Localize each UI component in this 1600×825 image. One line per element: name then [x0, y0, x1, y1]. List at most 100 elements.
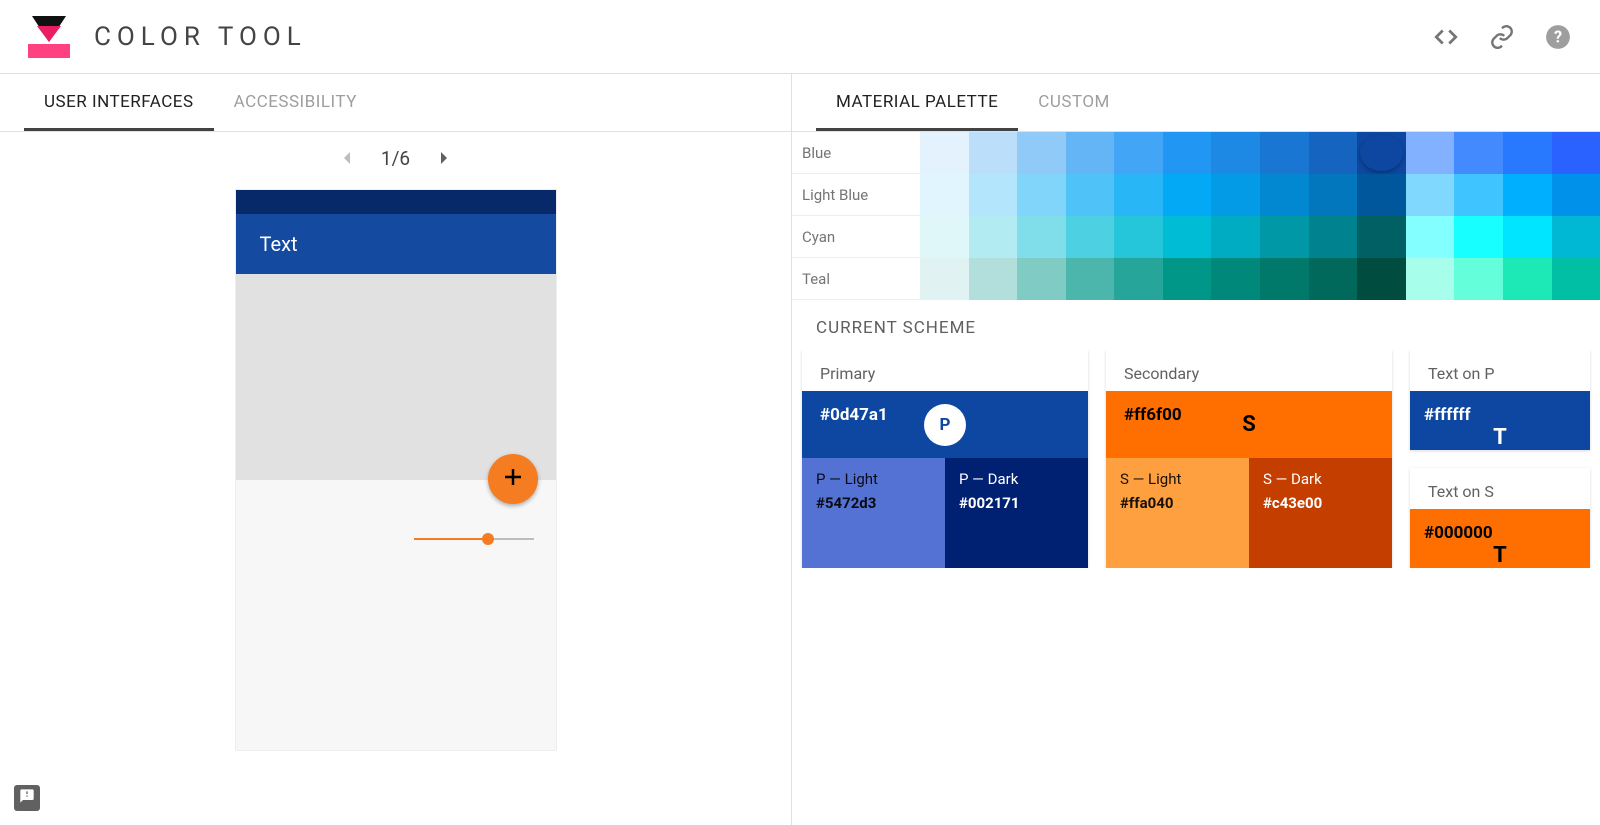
palette-swatch[interactable]	[1357, 258, 1406, 300]
right-tabs: MATERIAL PALETTE CUSTOM	[792, 74, 1600, 132]
palette-swatch[interactable]	[1406, 174, 1455, 216]
palette-swatch[interactable]	[969, 216, 1018, 258]
link-icon[interactable]	[1488, 23, 1516, 51]
palette-swatch[interactable]	[1066, 174, 1115, 216]
palette-swatch[interactable]	[1017, 216, 1066, 258]
palette-swatch[interactable]	[1503, 174, 1552, 216]
palette-swatch[interactable]	[920, 258, 969, 300]
palette-swatch[interactable]	[1503, 132, 1552, 174]
palette-swatch[interactable]	[1260, 174, 1309, 216]
preview-pager: 1/6	[0, 132, 791, 190]
app-logo	[28, 16, 70, 58]
palette-row-label: Teal	[792, 258, 920, 300]
primary-dark-swatch[interactable]: P — Dark #002171	[945, 458, 1088, 568]
scheme-card-text-on-s[interactable]: Text on S #000000 T	[1410, 468, 1590, 568]
pager-next-icon[interactable]	[432, 146, 456, 170]
palette-swatch[interactable]	[1357, 216, 1406, 258]
palette-swatch[interactable]	[1260, 258, 1309, 300]
palette-swatch[interactable]	[1211, 216, 1260, 258]
palette-swatch[interactable]	[1454, 174, 1503, 216]
palette-swatch[interactable]	[1309, 174, 1358, 216]
palette-swatch[interactable]	[1357, 132, 1406, 174]
right-panel: MATERIAL PALETTE CUSTOM BlueLight BlueCy…	[791, 74, 1600, 825]
palette-swatch[interactable]	[1114, 132, 1163, 174]
palette-row-label: Light Blue	[792, 174, 920, 216]
secondary-light-swatch[interactable]: S — Light #ffa040	[1106, 458, 1249, 568]
palette-swatch[interactable]	[1309, 258, 1358, 300]
app-header: COLOR TOOL ?	[0, 0, 1600, 74]
palette-swatch[interactable]	[1552, 258, 1600, 300]
palette-swatch[interactable]	[1552, 132, 1600, 174]
text-on-s-letter: T	[1410, 543, 1590, 568]
primary-light-swatch[interactable]: P — Light #5472d3	[802, 458, 945, 568]
palette-swatch[interactable]	[1163, 174, 1212, 216]
primary-hex: #0d47a1	[820, 405, 888, 425]
palette-swatch[interactable]	[1309, 216, 1358, 258]
code-icon[interactable]	[1432, 23, 1460, 51]
slider-track	[414, 538, 488, 540]
palette-swatch[interactable]	[1017, 258, 1066, 300]
palette-swatch[interactable]	[1454, 132, 1503, 174]
palette-swatch[interactable]	[1552, 216, 1600, 258]
palette-swatch[interactable]	[920, 174, 969, 216]
palette-swatch[interactable]	[1211, 174, 1260, 216]
palette-swatch[interactable]	[1163, 258, 1212, 300]
text-on-p-letter: T	[1410, 425, 1590, 450]
palette-swatch[interactable]	[1017, 174, 1066, 216]
left-tabs: USER INTERFACES ACCESSIBILITY	[0, 74, 791, 132]
text-on-p-hex: #ffffff	[1410, 391, 1590, 425]
palette-swatch[interactable]	[1017, 132, 1066, 174]
slider-thumb[interactable]	[482, 533, 494, 545]
secondary-badge: S	[1242, 412, 1256, 437]
scheme-card-secondary[interactable]: Secondary #ff6f00 S S — Light #ffa040 S …	[1106, 350, 1392, 568]
scheme-card-primary[interactable]: Primary #0d47a1 P P — Light #5472d3 P — …	[802, 350, 1088, 568]
preview-appbar-title: Text	[260, 232, 298, 256]
palette-row-label: Blue	[792, 132, 920, 174]
card-label: Primary	[802, 350, 1088, 391]
palette-swatch[interactable]	[1163, 132, 1212, 174]
tab-accessibility[interactable]: ACCESSIBILITY	[214, 74, 377, 131]
card-label: Secondary	[1106, 350, 1392, 391]
card-label: Text on S	[1410, 468, 1590, 509]
palette-swatch[interactable]	[1114, 174, 1163, 216]
tab-material-palette[interactable]: MATERIAL PALETTE	[816, 74, 1018, 131]
palette-swatch[interactable]	[1309, 132, 1358, 174]
pager-prev-icon[interactable]	[335, 146, 359, 170]
palette-swatch[interactable]	[1066, 258, 1115, 300]
palette-swatch[interactable]	[1114, 258, 1163, 300]
palette-swatch[interactable]	[1454, 258, 1503, 300]
palette-swatch[interactable]	[1066, 132, 1115, 174]
palette-swatch[interactable]	[1406, 132, 1455, 174]
palette-swatch[interactable]	[920, 132, 969, 174]
palette-swatch[interactable]	[969, 174, 1018, 216]
palette-swatch[interactable]	[969, 132, 1018, 174]
palette-swatch[interactable]	[1114, 216, 1163, 258]
primary-badge: P	[924, 404, 966, 446]
palette-swatch[interactable]	[1260, 132, 1309, 174]
palette-swatch[interactable]	[1454, 216, 1503, 258]
palette-swatch[interactable]	[1503, 258, 1552, 300]
tab-user-interfaces[interactable]: USER INTERFACES	[24, 74, 214, 131]
tab-custom[interactable]: CUSTOM	[1018, 74, 1130, 131]
palette-swatch[interactable]	[1406, 216, 1455, 258]
palette-swatch[interactable]	[1066, 216, 1115, 258]
preview-slider[interactable]	[414, 538, 534, 540]
preview-app-bar: Text	[236, 214, 556, 274]
preview-fab[interactable]	[488, 454, 538, 504]
secondary-hex: #ff6f00	[1124, 405, 1182, 425]
palette-swatch[interactable]	[1552, 174, 1600, 216]
palette-swatch[interactable]	[1406, 258, 1455, 300]
secondary-dark-swatch[interactable]: S — Dark #c43e00	[1249, 458, 1392, 568]
palette-swatch[interactable]	[1211, 258, 1260, 300]
device-preview: Text	[236, 190, 556, 750]
palette-swatch[interactable]	[969, 258, 1018, 300]
palette-swatch[interactable]	[1260, 216, 1309, 258]
palette-swatch[interactable]	[1503, 216, 1552, 258]
scheme-card-text-on-p[interactable]: Text on P #ffffff T	[1410, 350, 1590, 450]
feedback-button[interactable]	[14, 785, 40, 811]
palette-swatch[interactable]	[1357, 174, 1406, 216]
palette-swatch[interactable]	[920, 216, 969, 258]
palette-swatch[interactable]	[1211, 132, 1260, 174]
palette-swatch[interactable]	[1163, 216, 1212, 258]
help-icon[interactable]: ?	[1544, 23, 1572, 51]
